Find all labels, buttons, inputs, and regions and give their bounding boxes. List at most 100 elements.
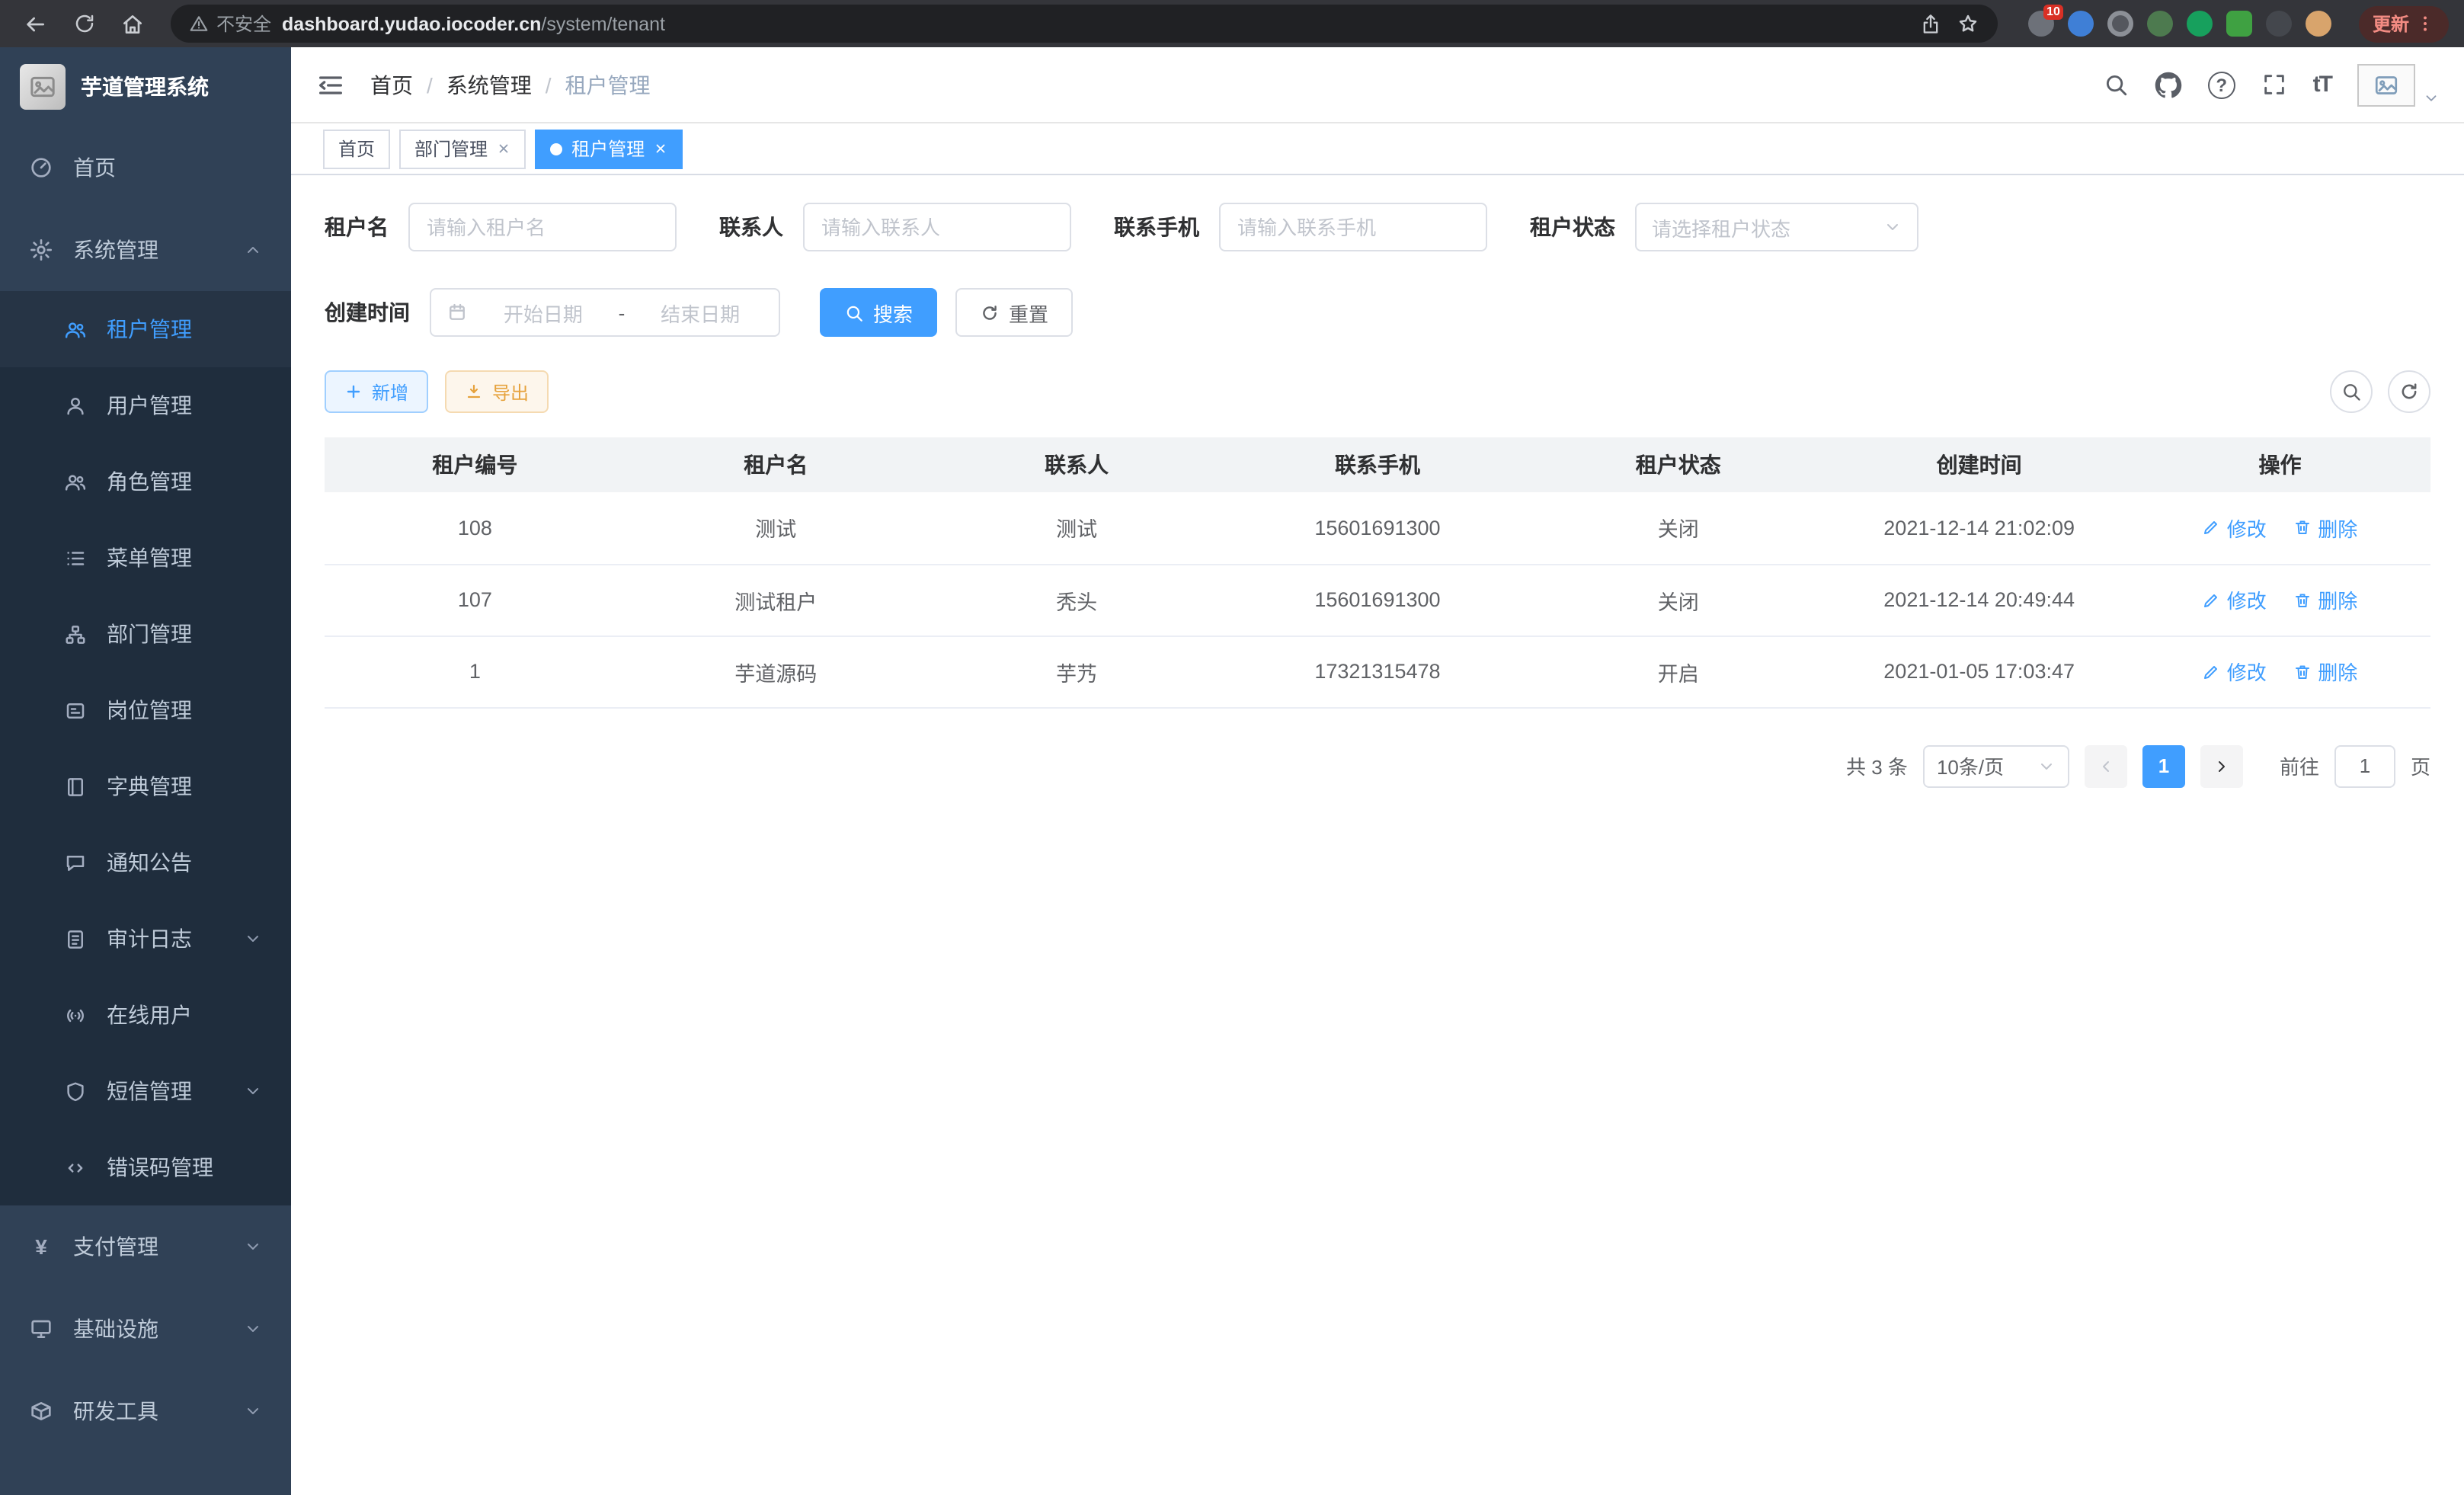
share-icon[interactable] bbox=[1920, 13, 1941, 34]
table-row: 107 测试租户 秃头 15601691300 关闭 2021-12-14 20… bbox=[325, 564, 2430, 635]
next-page-button[interactable] bbox=[2200, 744, 2243, 787]
cell-created-at: 2021-12-14 20:49:44 bbox=[1829, 564, 2130, 635]
cell-created-at: 2021-12-14 21:02:09 bbox=[1829, 492, 2130, 564]
sidebar-item-user-management[interactable]: 用户管理 bbox=[0, 367, 291, 443]
app-logo-row[interactable]: 芋道管理系统 bbox=[0, 47, 291, 126]
toggle-search-button[interactable] bbox=[2330, 370, 2373, 413]
sidebar-item-audit-log[interactable]: 审计日志 bbox=[0, 901, 291, 977]
sidebar-item-sms-management[interactable]: 短信管理 bbox=[0, 1053, 291, 1129]
update-label: 更新 bbox=[2373, 11, 2409, 37]
sidebar-item-tenant-management[interactable]: 租户管理 bbox=[0, 291, 291, 367]
post-card-icon bbox=[64, 699, 87, 722]
sidebar-item-payment-management[interactable]: ¥ 支付管理 bbox=[0, 1205, 291, 1288]
help-icon[interactable]: ? bbox=[2208, 71, 2235, 98]
contact-input[interactable] bbox=[803, 203, 1071, 251]
sidebar-item-dict-management[interactable]: 字典管理 bbox=[0, 748, 291, 824]
breadcrumb-home[interactable]: 首页 bbox=[370, 69, 413, 100]
sidebar-item-online-users[interactable]: 在线用户 bbox=[0, 977, 291, 1053]
refresh-table-button[interactable] bbox=[2388, 370, 2430, 413]
user-avatar-menu[interactable] bbox=[2357, 63, 2440, 106]
column-header[interactable]: 联系手机 bbox=[1227, 437, 1528, 492]
sidebar-item-home[interactable]: 首页 bbox=[0, 126, 291, 209]
url-host: dashboard.yudao.iocoder.cn bbox=[282, 13, 541, 34]
cell-status: 开启 bbox=[1528, 635, 1829, 707]
browser-reload-button[interactable] bbox=[64, 4, 104, 43]
edit-link[interactable]: 修改 bbox=[2203, 514, 2267, 543]
caret-down-icon bbox=[2423, 89, 2440, 106]
gear-icon bbox=[29, 238, 53, 262]
font-size-icon[interactable]: tT bbox=[2313, 72, 2331, 98]
add-button[interactable]: 新增 bbox=[325, 370, 428, 413]
contact-label: 联系人 bbox=[719, 212, 783, 242]
goto-page-input[interactable] bbox=[2334, 744, 2395, 787]
sidebar-item-error-code-management[interactable]: 错误码管理 bbox=[0, 1129, 291, 1205]
reset-button-label: 重置 bbox=[1009, 298, 1048, 327]
sidebar-collapse-icon[interactable] bbox=[315, 69, 346, 100]
delete-link[interactable]: 删除 bbox=[2293, 585, 2357, 614]
edit-link[interactable]: 修改 bbox=[2203, 585, 2267, 614]
sidebar-item-label: 在线用户 bbox=[107, 1000, 192, 1030]
security-warning[interactable]: 不安全 bbox=[189, 11, 271, 37]
prev-page-button[interactable] bbox=[2085, 744, 2127, 787]
column-header[interactable]: 租户名 bbox=[626, 437, 926, 492]
profile-avatar[interactable] bbox=[2306, 11, 2331, 37]
column-header[interactable]: 租户状态 bbox=[1528, 437, 1829, 492]
sidebar-item-menu-management[interactable]: 菜单管理 bbox=[0, 520, 291, 596]
chevron-down-icon bbox=[1883, 218, 1902, 236]
tenant-users-icon bbox=[64, 318, 87, 341]
edit-link[interactable]: 修改 bbox=[2203, 657, 2267, 686]
cell-status: 关闭 bbox=[1528, 564, 1829, 635]
extension-icon-5[interactable] bbox=[2187, 11, 2213, 37]
page-size-select[interactable]: 10条/页 bbox=[1923, 744, 2069, 787]
sidebar-item-role-management[interactable]: 角色管理 bbox=[0, 443, 291, 520]
page-size-value: 10条/页 bbox=[1937, 751, 2037, 780]
mobile-input[interactable] bbox=[1219, 203, 1487, 251]
breadcrumb-system[interactable]: 系统管理 bbox=[446, 69, 532, 100]
column-header[interactable]: 联系人 bbox=[926, 437, 1227, 492]
column-header[interactable]: 创建时间 bbox=[1829, 437, 2130, 492]
search-button[interactable]: 搜索 bbox=[820, 288, 937, 337]
bookmark-star-icon[interactable] bbox=[1957, 12, 1979, 35]
mobile-label: 联系手机 bbox=[1114, 212, 1199, 242]
create-time-range-picker[interactable]: 开始日期 - 结束日期 bbox=[430, 288, 780, 337]
github-icon[interactable] bbox=[2155, 71, 2182, 98]
status-select[interactable]: 请选择租户状态 bbox=[1635, 203, 1918, 251]
tenant-name-input[interactable] bbox=[408, 203, 677, 251]
tab-home[interactable]: 首页 bbox=[323, 129, 390, 168]
sidebar-item-dept-management[interactable]: 部门管理 bbox=[0, 596, 291, 672]
cell-actions: 修改 删除 bbox=[2130, 635, 2430, 707]
delete-link[interactable]: 删除 bbox=[2293, 657, 2357, 686]
sidebar-item-dev-tools[interactable]: 研发工具 bbox=[0, 1370, 291, 1452]
extension-icon-1[interactable]: 10 bbox=[2028, 11, 2054, 37]
browser-home-button[interactable] bbox=[113, 4, 152, 43]
sidebar-item-infrastructure[interactable]: 基础设施 bbox=[0, 1288, 291, 1370]
extension-icon-2[interactable] bbox=[2068, 11, 2094, 37]
extension-icon-4[interactable] bbox=[2147, 11, 2173, 37]
breadcrumb: 首页 / 系统管理 / 租户管理 bbox=[370, 69, 651, 100]
extension-icon-6[interactable] bbox=[2226, 11, 2252, 37]
page-number-button[interactable]: 1 bbox=[2142, 744, 2185, 787]
browser-menu-kebab-icon[interactable] bbox=[2415, 14, 2435, 34]
extension-puzzle-icon[interactable] bbox=[2266, 11, 2292, 37]
cell-mobile: 15601691300 bbox=[1227, 564, 1528, 635]
browser-back-button[interactable] bbox=[15, 4, 55, 43]
tab-tenant-management[interactable]: 租户管理 bbox=[535, 129, 683, 168]
reset-button[interactable]: 重置 bbox=[955, 288, 1073, 337]
app-title: 芋道管理系统 bbox=[81, 72, 209, 102]
sidebar-item-post-management[interactable]: 岗位管理 bbox=[0, 672, 291, 748]
header-search-icon[interactable] bbox=[2103, 72, 2129, 98]
export-button[interactable]: 导出 bbox=[445, 370, 549, 413]
browser-update-button[interactable]: 更新 bbox=[2359, 5, 2449, 42]
column-header[interactable]: 操作 bbox=[2130, 437, 2430, 492]
tab-close-icon[interactable] bbox=[654, 142, 667, 155]
address-bar[interactable]: 不安全 dashboard.yudao.iocoder.cn/system/te… bbox=[171, 5, 1998, 43]
tab-close-icon[interactable] bbox=[497, 142, 510, 155]
sidebar-item-notice[interactable]: 通知公告 bbox=[0, 824, 291, 901]
tags-view: 首页 部门管理 租户管理 bbox=[291, 123, 2464, 175]
tab-dept-management[interactable]: 部门管理 bbox=[399, 129, 526, 168]
delete-link[interactable]: 删除 bbox=[2293, 514, 2357, 543]
extension-icon-3[interactable] bbox=[2107, 11, 2133, 37]
fullscreen-icon[interactable] bbox=[2261, 72, 2287, 98]
sidebar-item-system-management[interactable]: 系统管理 bbox=[0, 209, 291, 291]
column-header[interactable]: 租户编号 bbox=[325, 437, 626, 492]
